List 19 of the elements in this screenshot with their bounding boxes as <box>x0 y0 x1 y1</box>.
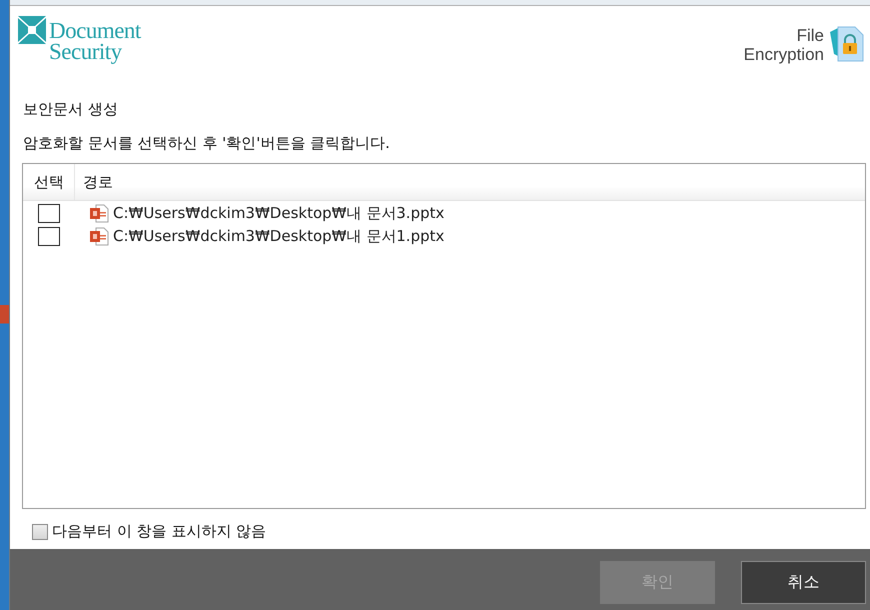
column-header: 선택 <box>23 164 75 200</box>
checkbox-label: 다음부터 이 창을 표시하지 않음 <box>52 522 266 541</box>
product-name: File <box>796 26 824 45</box>
presentation-file-icon <box>89 204 109 223</box>
product-name: Encryption <box>744 45 824 64</box>
file-path: C:₩Users₩dckim3₩Desktop₩내 문서1.pptx <box>113 227 444 246</box>
dialog-title: 보안문서 생성 <box>22 99 119 120</box>
locked-document-icon <box>830 26 864 62</box>
brand-name: Security <box>49 41 123 62</box>
dialog-button[interactable]: 취소 <box>741 561 866 604</box>
instruction-text: 암호화할 문서를 선택하신 후 '확인'버튼을 클릭합니다. <box>22 134 391 154</box>
column-header: 경로 <box>82 172 114 192</box>
file-path: C:₩Users₩dckim3₩Desktop₩내 문서3.pptx <box>113 204 444 223</box>
checkbox[interactable] <box>38 227 60 246</box>
logo-icon <box>18 16 46 44</box>
checkbox[interactable] <box>32 524 48 540</box>
brand-name: Document <box>49 20 141 41</box>
presentation-file-icon <box>89 227 109 246</box>
checkbox[interactable] <box>38 204 60 223</box>
